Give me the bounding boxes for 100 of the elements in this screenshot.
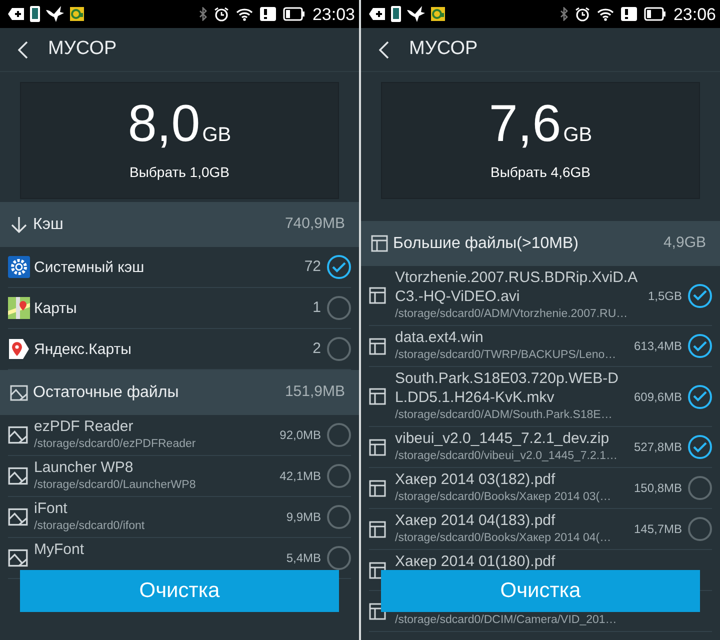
selected-size: Выбрать 4,6GB (490, 163, 590, 182)
section-title: Остаточные файлы (33, 382, 180, 402)
section-title: Большие файлы(>10MB) (393, 234, 580, 254)
table-icon (369, 388, 386, 405)
file-size: 42,1MB (280, 468, 321, 485)
file-path: /storage/sdcard0/DCIM/Camera/VID_201… (395, 613, 618, 628)
section-header[interactable]: Большие файлы(>10MB) 4,9GB (361, 221, 720, 266)
checkbox[interactable] (327, 505, 351, 529)
clock-time: 23:06 (673, 6, 716, 22)
file-name: Vtorzhenie.2007.RUS.BDRip.XviD.AC3.-HQ-ViDEO.avi (395, 268, 639, 306)
screen-title: МУСОР (48, 37, 117, 62)
size-unit: GB (202, 123, 232, 148)
table-icon (369, 438, 386, 456)
app-icon (431, 7, 445, 21)
check-icon (693, 391, 707, 402)
notification-icon (369, 8, 385, 20)
checkbox[interactable] (688, 517, 712, 541)
file-name: data.ext4.win (395, 328, 484, 347)
file-name: Карты (34, 298, 78, 318)
image-icon (10, 384, 28, 400)
bluetooth-icon (199, 7, 208, 21)
file-size: 609,6MB (634, 388, 682, 406)
file-name: Launcher WP8 (34, 458, 134, 477)
bluetooth-icon (560, 7, 568, 21)
screen-title: МУСОР (409, 37, 478, 62)
total-size: 8,0 (128, 98, 200, 150)
file-path: /storage/sdcard0/ezPDFReader (34, 437, 197, 452)
file-size: 5,4MB (286, 550, 321, 567)
alarm-icon (575, 6, 590, 22)
file-path: /storage/sdcard0/Books/Хакер 2014 04(… (395, 531, 612, 546)
checkbox[interactable] (688, 284, 712, 308)
selected-size: Выбрать 1,0GB (130, 163, 230, 182)
back-icon[interactable] (18, 40, 28, 58)
check-icon (693, 442, 707, 452)
file-size: 92,0MB (280, 427, 321, 444)
file-path: /storage/sdcard0/Books/Хакер 2014 03(… (395, 490, 612, 505)
table-icon (369, 338, 386, 354)
file-name: MyFont (34, 540, 86, 559)
file-name: Хакер 2014 03(182).pdf (395, 470, 556, 489)
wifi-icon (597, 8, 614, 20)
table-icon (369, 480, 386, 496)
gear-icon (8, 256, 30, 278)
file-name: vibeui_v2.0_1445_7.2.1_dev.zip (395, 429, 610, 448)
file-name: Хакер 2014 01(180).pdf (395, 552, 556, 571)
down-arrow-icon (10, 216, 28, 234)
file-name: Хакер 2014 04(183).pdf (395, 511, 556, 530)
table-icon (369, 520, 386, 538)
table-icon (371, 235, 388, 252)
file-path: /storage/sdcard0/LauncherWP8 (34, 478, 197, 493)
file-size: 613,4MB (634, 338, 682, 355)
checkbox[interactable] (688, 384, 712, 408)
file-name: Яндекс.Карты (34, 340, 132, 358)
file-path: /storage/sdcard0/TWRP/BACKUPS/Leno… (395, 348, 618, 363)
battery-icon (644, 7, 666, 21)
file-path: /storage/sdcard0/vibeui_v2.0_1445_7.2.1… (395, 449, 618, 464)
back-icon[interactable] (379, 40, 389, 58)
alert-icon (260, 7, 276, 21)
section-header[interactable]: Остаточные файлы 151,9MB (0, 370, 359, 415)
checkbox[interactable] (327, 464, 351, 488)
phone-icon (30, 6, 40, 22)
map-icon (8, 297, 30, 319)
table-icon (369, 287, 386, 304)
checkbox[interactable] (327, 337, 351, 361)
section-header[interactable]: Кэш 740,9MB (0, 202, 359, 247)
check-icon (693, 290, 707, 301)
file-name: iFont (34, 499, 68, 518)
wifi-icon (236, 8, 254, 20)
checkbox[interactable] (688, 435, 712, 459)
notification-icon (8, 8, 24, 20)
table-icon (369, 562, 386, 578)
clock-time: 23:03 (312, 6, 355, 22)
image-icon (8, 508, 28, 526)
file-name: Системный кэш (34, 258, 146, 276)
file-size: 150,8MB (634, 480, 682, 497)
checkbox[interactable] (327, 423, 351, 447)
file-size: 1,5GB (648, 288, 682, 304)
checkbox[interactable] (688, 334, 712, 358)
check-icon (332, 262, 346, 272)
checkbox[interactable] (327, 255, 351, 279)
checkbox[interactable] (327, 296, 351, 320)
section-size: 151,9MB (284, 382, 345, 402)
section-size: 4,9GB (663, 233, 706, 254)
file-name: South.Park.S18E03.720p.WEB-DL.DD5.1.H264-KvK.mkv (395, 369, 620, 407)
file-path: /storage/sdcard0/ADM/South.Park.S18E… (395, 408, 614, 423)
item-count: 1 (312, 298, 321, 318)
item-count: 2 (312, 338, 321, 359)
file-path: /storage/sdcard0/ADM/Vtorzhenie.2007.RU… (395, 307, 629, 322)
file-size: 145,7MB (634, 521, 682, 538)
phone-icon (391, 6, 401, 22)
section-size: 740,9MB (284, 214, 345, 234)
map-pin-icon (8, 338, 30, 360)
bird-icon (46, 6, 64, 22)
app-icon (70, 7, 84, 21)
checkbox[interactable] (688, 476, 712, 500)
image-icon (8, 467, 28, 485)
total-size: 7,6 (488, 98, 562, 150)
size-unit: GB (563, 123, 592, 148)
bird-icon (407, 6, 425, 22)
image-icon (8, 426, 28, 444)
file-path: /storage/sdcard0/ifont (34, 519, 146, 534)
